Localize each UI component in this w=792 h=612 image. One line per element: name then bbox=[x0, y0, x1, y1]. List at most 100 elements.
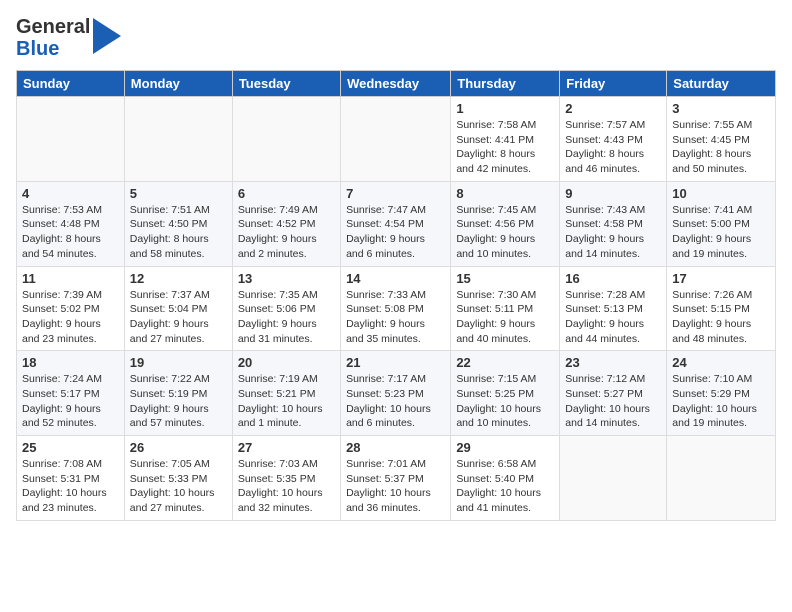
col-header-wednesday: Wednesday bbox=[341, 71, 451, 97]
day-number: 22 bbox=[456, 355, 554, 370]
day-info: Sunrise: 7:28 AM Sunset: 5:13 PM Dayligh… bbox=[565, 288, 661, 347]
calendar-cell bbox=[667, 436, 776, 521]
day-number: 12 bbox=[130, 271, 227, 286]
day-number: 10 bbox=[672, 186, 770, 201]
day-number: 3 bbox=[672, 101, 770, 116]
calendar-cell: 15Sunrise: 7:30 AM Sunset: 5:11 PM Dayli… bbox=[451, 266, 560, 351]
day-info: Sunrise: 7:10 AM Sunset: 5:29 PM Dayligh… bbox=[672, 372, 770, 431]
calendar-week-row: 1 Sunrise: 7:58 AM Sunset: 4:41 PM Daylig… bbox=[17, 97, 776, 182]
calendar-cell: 17 Sunrise: 7:26 AM Sunset: 5:15 PM Dayli… bbox=[667, 266, 776, 351]
day-number: 16 bbox=[565, 271, 661, 286]
day-number: 5 bbox=[130, 186, 227, 201]
col-header-sunday: Sunday bbox=[17, 71, 125, 97]
calendar-cell: 9Sunrise: 7:43 AM Sunset: 4:58 PM Daylig… bbox=[560, 181, 667, 266]
day-info: Sunrise: 7:51 AM Sunset: 4:50 PM Dayligh… bbox=[130, 203, 227, 262]
calendar-week-row: 4Sunrise: 7:53 AM Sunset: 4:48 PM Daylig… bbox=[17, 181, 776, 266]
day-info: Sunrise: 7:33 AM Sunset: 5:08 PM Dayligh… bbox=[346, 288, 445, 347]
day-number: 15 bbox=[456, 271, 554, 286]
calendar-cell: 4Sunrise: 7:53 AM Sunset: 4:48 PM Daylig… bbox=[17, 181, 125, 266]
day-info: Sunrise: 7:58 AM Sunset: 4:41 PM Dayligh… bbox=[456, 118, 554, 177]
calendar-cell: 16 Sunrise: 7:28 AM Sunset: 5:13 PM Dayli… bbox=[560, 266, 667, 351]
calendar-cell: 22 Sunrise: 7:15 AM Sunset: 5:25 PM Dayli… bbox=[451, 351, 560, 436]
day-info: Sunrise: 7:41 AM Sunset: 5:00 PM Dayligh… bbox=[672, 203, 770, 262]
calendar-cell: 13 Sunrise: 7:35 AM Sunset: 5:06 PM Dayli… bbox=[232, 266, 340, 351]
calendar-cell: 27 Sunrise: 7:03 AM Sunset: 5:35 PM Dayli… bbox=[232, 436, 340, 521]
day-number: 19 bbox=[130, 355, 227, 370]
day-info: Sunrise: 7:39 AM Sunset: 5:02 PM Dayligh… bbox=[22, 288, 119, 347]
day-number: 17 bbox=[672, 271, 770, 286]
calendar-cell: 20Sunrise: 7:19 AM Sunset: 5:21 PM Dayli… bbox=[232, 351, 340, 436]
day-number: 18 bbox=[22, 355, 119, 370]
day-number: 20 bbox=[238, 355, 335, 370]
calendar-cell: 11 Sunrise: 7:39 AM Sunset: 5:02 PM Dayli… bbox=[17, 266, 125, 351]
calendar-cell: 23Sunrise: 7:12 AM Sunset: 5:27 PM Dayli… bbox=[560, 351, 667, 436]
day-info: Sunrise: 7:12 AM Sunset: 5:27 PM Dayligh… bbox=[565, 372, 661, 431]
day-info: Sunrise: 6:58 AM Sunset: 5:40 PM Dayligh… bbox=[456, 457, 554, 516]
logo-triangle bbox=[93, 18, 121, 54]
calendar-cell bbox=[17, 97, 125, 182]
calendar-header-row: SundayMondayTuesdayWednesdayThursdayFrid… bbox=[17, 71, 776, 97]
calendar-cell: 6Sunrise: 7:49 AM Sunset: 4:52 PM Daylig… bbox=[232, 181, 340, 266]
calendar-week-row: 25 Sunrise: 7:08 AM Sunset: 5:31 PM Dayli… bbox=[17, 436, 776, 521]
calendar-cell bbox=[124, 97, 232, 182]
col-header-saturday: Saturday bbox=[667, 71, 776, 97]
logo-blue-label: Blue bbox=[16, 38, 59, 60]
day-info: Sunrise: 7:08 AM Sunset: 5:31 PM Dayligh… bbox=[22, 457, 119, 516]
day-number: 14 bbox=[346, 271, 445, 286]
calendar-cell: 28 Sunrise: 7:01 AM Sunset: 5:37 PM Dayli… bbox=[341, 436, 451, 521]
col-header-tuesday: Tuesday bbox=[232, 71, 340, 97]
day-info: Sunrise: 7:17 AM Sunset: 5:23 PM Dayligh… bbox=[346, 372, 445, 431]
calendar-cell: 1 Sunrise: 7:58 AM Sunset: 4:41 PM Daylig… bbox=[451, 97, 560, 182]
calendar-cell: 7 Sunrise: 7:47 AM Sunset: 4:54 PM Daylig… bbox=[341, 181, 451, 266]
day-number: 13 bbox=[238, 271, 335, 286]
day-info: Sunrise: 7:37 AM Sunset: 5:04 PM Dayligh… bbox=[130, 288, 227, 347]
day-info: Sunrise: 7:35 AM Sunset: 5:06 PM Dayligh… bbox=[238, 288, 335, 347]
calendar-week-row: 18 Sunrise: 7:24 AM Sunset: 5:17 PM Dayli… bbox=[17, 351, 776, 436]
day-info: Sunrise: 7:22 AM Sunset: 5:19 PM Dayligh… bbox=[130, 372, 227, 431]
logo-general-label: General bbox=[16, 16, 90, 38]
calendar-cell: 26Sunrise: 7:05 AM Sunset: 5:33 PM Dayli… bbox=[124, 436, 232, 521]
day-info: Sunrise: 7:45 AM Sunset: 4:56 PM Dayligh… bbox=[456, 203, 554, 262]
day-info: Sunrise: 7:24 AM Sunset: 5:17 PM Dayligh… bbox=[22, 372, 119, 431]
calendar-cell: 3 Sunrise: 7:55 AM Sunset: 4:45 PM Daylig… bbox=[667, 97, 776, 182]
calendar-cell: 8 Sunrise: 7:45 AM Sunset: 4:56 PM Daylig… bbox=[451, 181, 560, 266]
day-number: 9 bbox=[565, 186, 661, 201]
calendar-cell bbox=[232, 97, 340, 182]
col-header-friday: Friday bbox=[560, 71, 667, 97]
day-number: 1 bbox=[456, 101, 554, 116]
calendar-cell: 21 Sunrise: 7:17 AM Sunset: 5:23 PM Dayli… bbox=[341, 351, 451, 436]
day-info: Sunrise: 7:03 AM Sunset: 5:35 PM Dayligh… bbox=[238, 457, 335, 516]
calendar-cell bbox=[560, 436, 667, 521]
day-number: 6 bbox=[238, 186, 335, 201]
calendar-cell bbox=[341, 97, 451, 182]
calendar-cell: 14 Sunrise: 7:33 AM Sunset: 5:08 PM Dayli… bbox=[341, 266, 451, 351]
calendar-cell: 2 Sunrise: 7:57 AM Sunset: 4:43 PM Daylig… bbox=[560, 97, 667, 182]
day-number: 7 bbox=[346, 186, 445, 201]
day-number: 8 bbox=[456, 186, 554, 201]
day-number: 27 bbox=[238, 440, 335, 455]
calendar-cell: 29 Sunrise: 6:58 AM Sunset: 5:40 PM Dayli… bbox=[451, 436, 560, 521]
calendar-cell: 5 Sunrise: 7:51 AM Sunset: 4:50 PM Daylig… bbox=[124, 181, 232, 266]
day-number: 28 bbox=[346, 440, 445, 455]
logo: General Blue bbox=[16, 16, 121, 60]
day-number: 26 bbox=[130, 440, 227, 455]
day-number: 24 bbox=[672, 355, 770, 370]
day-info: Sunrise: 7:55 AM Sunset: 4:45 PM Dayligh… bbox=[672, 118, 770, 177]
day-info: Sunrise: 7:47 AM Sunset: 4:54 PM Dayligh… bbox=[346, 203, 445, 262]
col-header-thursday: Thursday bbox=[451, 71, 560, 97]
calendar: SundayMondayTuesdayWednesdayThursdayFrid… bbox=[16, 70, 776, 521]
header: General Blue bbox=[16, 16, 776, 60]
day-info: Sunrise: 7:15 AM Sunset: 5:25 PM Dayligh… bbox=[456, 372, 554, 431]
day-number: 29 bbox=[456, 440, 554, 455]
day-number: 21 bbox=[346, 355, 445, 370]
day-info: Sunrise: 7:26 AM Sunset: 5:15 PM Dayligh… bbox=[672, 288, 770, 347]
day-number: 25 bbox=[22, 440, 119, 455]
day-info: Sunrise: 7:01 AM Sunset: 5:37 PM Dayligh… bbox=[346, 457, 445, 516]
day-info: Sunrise: 7:57 AM Sunset: 4:43 PM Dayligh… bbox=[565, 118, 661, 177]
calendar-cell: 19 Sunrise: 7:22 AM Sunset: 5:19 PM Dayli… bbox=[124, 351, 232, 436]
day-number: 11 bbox=[22, 271, 119, 286]
calendar-cell: 25 Sunrise: 7:08 AM Sunset: 5:31 PM Dayli… bbox=[17, 436, 125, 521]
day-number: 2 bbox=[565, 101, 661, 116]
day-number: 4 bbox=[22, 186, 119, 201]
calendar-cell: 18 Sunrise: 7:24 AM Sunset: 5:17 PM Dayli… bbox=[17, 351, 125, 436]
